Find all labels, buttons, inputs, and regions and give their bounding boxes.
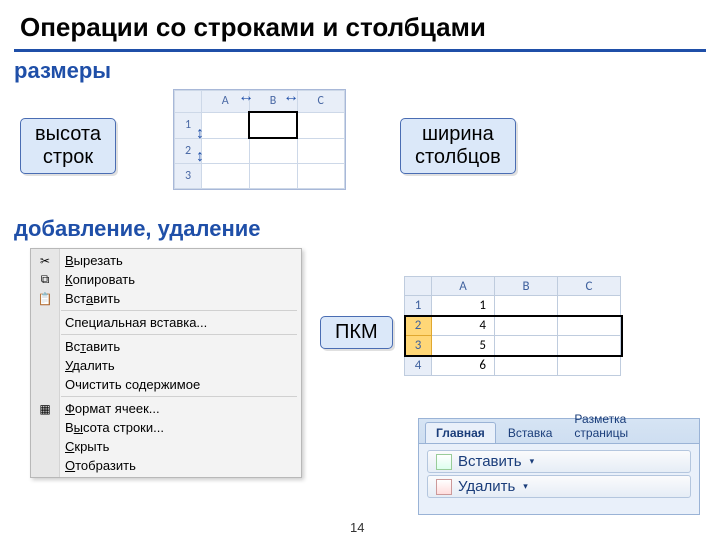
menu-item[interactable]: Скрыть	[31, 437, 301, 456]
cell[interactable]: 5	[432, 336, 495, 356]
ribbon-tab-layout[interactable]: Разметка страницы	[564, 409, 691, 443]
menu-item-icon	[37, 377, 53, 393]
cell[interactable]	[495, 316, 558, 336]
col-header: C	[558, 277, 621, 296]
row-resize-icon: ↕	[196, 148, 204, 166]
menu-item-label: Очистить содержимое	[65, 377, 200, 392]
menu-item-icon: ▦	[37, 401, 53, 417]
col-resize-icon: ↔	[283, 88, 299, 106]
menu-item-label: Скрыть	[65, 439, 109, 454]
col-header: A	[432, 277, 495, 296]
cell[interactable]	[558, 296, 621, 316]
menu-item-label: Вставить	[65, 339, 120, 354]
cell[interactable]	[495, 296, 558, 316]
ribbon-tab-home[interactable]: Главная	[425, 422, 496, 443]
ribbon-insert-button[interactable]: Вставить ▾	[427, 450, 691, 473]
ribbon-delete-label: Удалить	[458, 478, 515, 495]
menu-item-label: Вырезать	[65, 253, 123, 268]
cell[interactable]: 1	[432, 296, 495, 316]
data-grid: A B C 11243546	[404, 276, 621, 376]
grid-corner	[405, 277, 432, 296]
cell[interactable]: 4	[432, 316, 495, 336]
context-menu[interactable]: ✂ Вырезать ⧉ Копировать 📋 Вставить Специальная…	[30, 248, 302, 478]
row-resize-icon: ↕	[196, 125, 204, 143]
menu-item[interactable]: Вставить	[31, 337, 301, 356]
menu-separator	[61, 334, 297, 335]
menu-item-icon	[37, 458, 53, 474]
menu-item[interactable]: Очистить содержимое	[31, 375, 301, 394]
menu-item[interactable]: Отобразить	[31, 456, 301, 475]
delete-cells-icon	[436, 479, 452, 495]
section-addremove: добавление, удаление	[0, 210, 261, 246]
cell[interactable]	[558, 356, 621, 376]
menu-item[interactable]: 📋 Вставить	[31, 289, 301, 308]
menu-item-icon: ✂	[37, 253, 53, 269]
menu-item[interactable]: Удалить	[31, 356, 301, 375]
col-header: B	[495, 277, 558, 296]
menu-separator	[61, 310, 297, 311]
menu-item-icon: 📋	[37, 291, 53, 307]
callout-rmb: ПКМ	[320, 316, 393, 349]
menu-item-label: Копировать	[65, 272, 135, 287]
dropdown-icon: ▾	[530, 456, 535, 467]
menu-item-label: Специальная вставка...	[65, 315, 207, 330]
cell[interactable]	[495, 356, 558, 376]
row-header[interactable]: 4	[405, 356, 432, 376]
menu-item-icon	[37, 315, 53, 331]
callout-row-height: высота строк	[20, 118, 116, 174]
menu-item-label: Отобразить	[65, 458, 136, 473]
menu-item[interactable]: Высота строки...	[31, 418, 301, 437]
menu-item-icon	[37, 439, 53, 455]
menu-item-label: Вставить	[65, 291, 120, 306]
ribbon-tab-insert[interactable]: Вставка	[498, 423, 563, 443]
callout-col-width: ширина столбцов	[400, 118, 516, 174]
menu-item-icon	[37, 358, 53, 374]
ribbon: Главная Вставка Разметка страницы Встави…	[418, 418, 700, 515]
menu-item-icon: ⧉	[37, 272, 53, 288]
menu-item-icon	[37, 339, 53, 355]
section-sizes: размеры	[0, 52, 720, 88]
row-header[interactable]: 2	[405, 316, 432, 336]
cell[interactable]	[558, 336, 621, 356]
menu-item[interactable]: ▦ Формат ячеек...	[31, 399, 301, 418]
menu-item-label: Высота строки...	[65, 420, 164, 435]
cell[interactable]	[558, 316, 621, 336]
menu-item[interactable]: ✂ Вырезать	[31, 251, 301, 270]
ribbon-insert-label: Вставить	[458, 453, 522, 470]
menu-item[interactable]: ⧉ Копировать	[31, 270, 301, 289]
menu-item-label: Удалить	[65, 358, 115, 373]
row-header[interactable]: 3	[405, 336, 432, 356]
col-header: C	[297, 91, 345, 113]
menu-item-icon	[37, 420, 53, 436]
menu-separator	[61, 396, 297, 397]
col-resize-icon: ↔	[238, 88, 254, 106]
grid-corner	[175, 91, 202, 113]
row-header: 3	[175, 164, 202, 189]
page-title: Операции со строками и столбцами	[0, 0, 720, 49]
menu-item-label: Формат ячеек...	[65, 401, 160, 416]
row-header[interactable]: 1	[405, 296, 432, 316]
ribbon-delete-button[interactable]: Удалить ▾	[427, 475, 691, 498]
menu-item[interactable]: Специальная вставка...	[31, 313, 301, 332]
cell[interactable]	[495, 336, 558, 356]
page-number: 14	[350, 520, 364, 535]
cell[interactable]: 6	[432, 356, 495, 376]
insert-cells-icon	[436, 454, 452, 470]
dropdown-icon: ▾	[523, 481, 528, 492]
